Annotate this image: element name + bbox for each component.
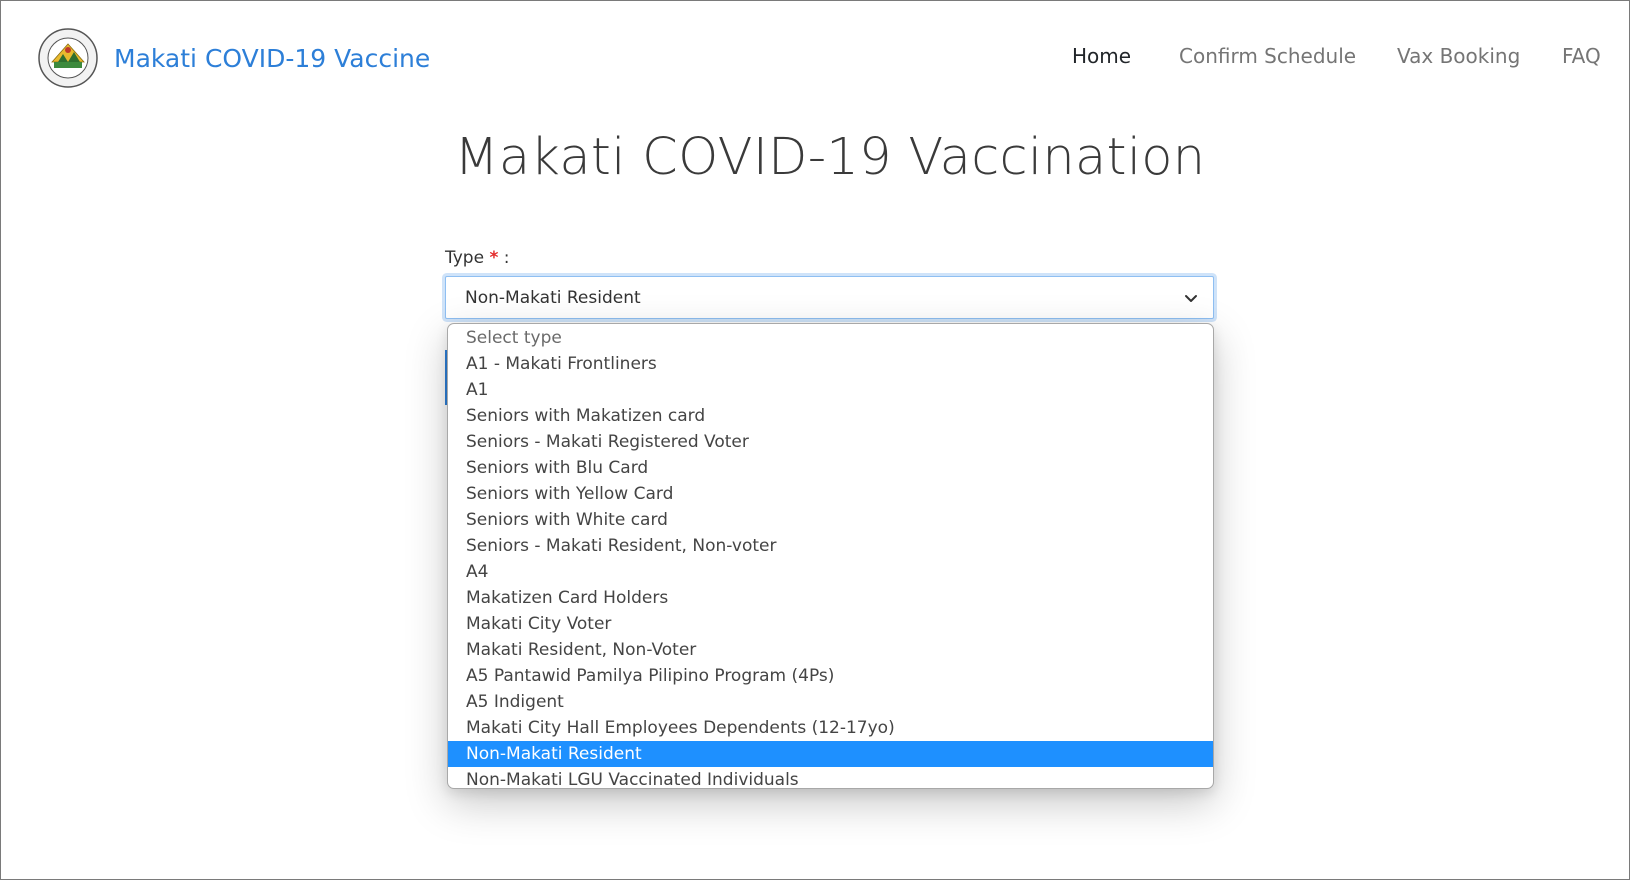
- option-city-hall-dependents[interactable]: Makati City Hall Employees Dependents (1…: [448, 715, 1213, 741]
- option-makati-resident-non-voter[interactable]: Makati Resident, Non-Voter: [448, 637, 1213, 663]
- nav-vax-booking-label[interactable]: Vax Booking: [1397, 44, 1520, 68]
- option-seniors-resident-non-voter[interactable]: Seniors - Makati Resident, Non-voter: [448, 533, 1213, 559]
- chevron-down-icon[interactable]: [1183, 290, 1199, 306]
- type-select[interactable]: Non-Makati Resident: [445, 276, 1214, 319]
- option-a5-indigent[interactable]: A5 Indigent: [448, 689, 1213, 715]
- type-select-value: Non-Makati Resident: [465, 288, 641, 308]
- required-asterisk: *: [489, 248, 499, 268]
- nav-home[interactable]: Home: [1072, 44, 1131, 74]
- type-label-colon: :: [503, 248, 510, 268]
- type-label: Type * :: [445, 248, 509, 268]
- option-non-makati-lgu-vaccinated[interactable]: Non-Makati LGU Vaccinated Individuals: [448, 767, 1213, 788]
- option-makati-city-voter[interactable]: Makati City Voter: [448, 611, 1213, 637]
- nav-faq-label[interactable]: FAQ: [1562, 44, 1601, 68]
- option-a1[interactable]: A1: [448, 377, 1213, 403]
- page-title: Makati COVID-19 Vaccination: [454, 128, 1206, 187]
- nav-confirm-schedule[interactable]: Confirm Schedule: [1179, 44, 1356, 74]
- option-seniors-blu-card[interactable]: Seniors with Blu Card: [448, 455, 1213, 481]
- option-a4[interactable]: A4: [448, 559, 1213, 585]
- type-label-text: Type: [445, 248, 485, 268]
- option-seniors-makatizen-card[interactable]: Seniors with Makatizen card: [448, 403, 1213, 429]
- option-seniors-white-card[interactable]: Seniors with White card: [448, 507, 1213, 533]
- nav-confirm-schedule-label[interactable]: Confirm Schedule: [1179, 44, 1356, 68]
- option-select-type[interactable]: Select type: [448, 325, 1213, 351]
- option-a1-makati-frontliners[interactable]: A1 - Makati Frontliners: [448, 351, 1213, 377]
- brand-title[interactable]: Makati COVID-19 Vaccine: [114, 44, 430, 73]
- nav-faq[interactable]: FAQ: [1562, 44, 1601, 74]
- option-seniors-registered-voter[interactable]: Seniors - Makati Registered Voter: [448, 429, 1213, 455]
- nav-vax-booking[interactable]: Vax Booking: [1397, 44, 1520, 74]
- nav-home-label[interactable]: Home: [1072, 44, 1131, 68]
- option-a5-4ps[interactable]: A5 Pantawid Pamilya Pilipino Program (4P…: [448, 663, 1213, 689]
- makati-city-seal-icon: [38, 28, 98, 88]
- type-dropdown-list[interactable]: Select type A1 - Makati Frontliners A1 S…: [447, 323, 1214, 789]
- option-seniors-yellow-card[interactable]: Seniors with Yellow Card: [448, 481, 1213, 507]
- option-makatizen-card-holders[interactable]: Makatizen Card Holders: [448, 585, 1213, 611]
- brand[interactable]: Makati COVID-19 Vaccine: [38, 28, 430, 88]
- option-non-makati-resident[interactable]: Non-Makati Resident: [448, 741, 1213, 767]
